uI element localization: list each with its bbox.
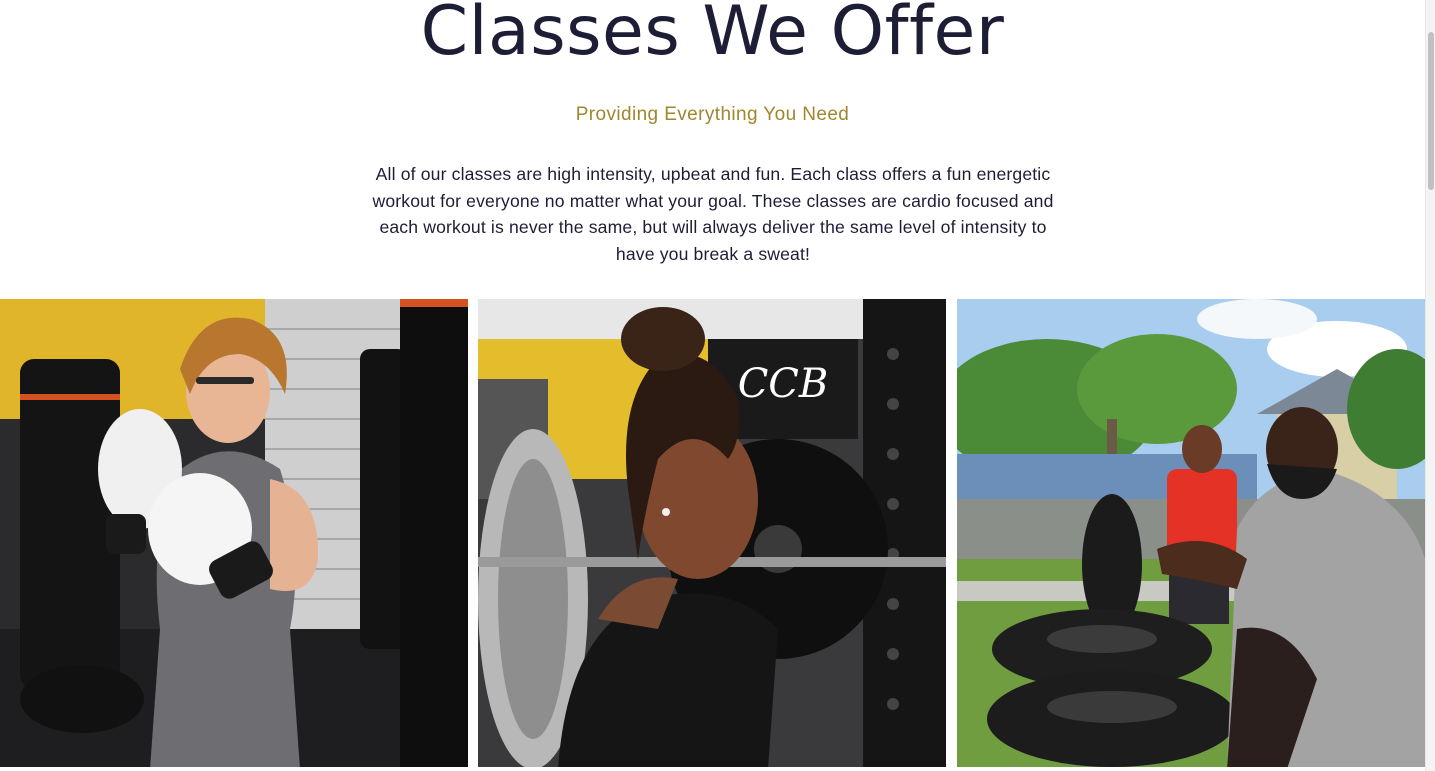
gallery-photo-outdoor-tires[interactable] [957, 299, 1425, 767]
section-description: All of our classes are high intensity, u… [372, 164, 1054, 264]
section-subtitle: Providing Everything You Need [575, 104, 850, 125]
scrollbar-thumb[interactable] [1428, 32, 1434, 190]
classes-section: Classes We Offer Providing Everything Yo… [0, 0, 1425, 771]
gallery-photo-barbell[interactable]: CCB [478, 299, 946, 767]
boxing-photo-image [0, 299, 468, 767]
gallery-photo-boxing[interactable] [0, 299, 468, 767]
tire-photo-image [957, 299, 1425, 767]
svg-text:CCB: CCB [738, 361, 829, 407]
section-title: Classes We Offer [420, 0, 1005, 71]
photo-gallery: CCB [0, 299, 1425, 771]
barbell-photo-image: CCB [478, 299, 946, 767]
page-scrollbar[interactable] [1425, 0, 1435, 771]
